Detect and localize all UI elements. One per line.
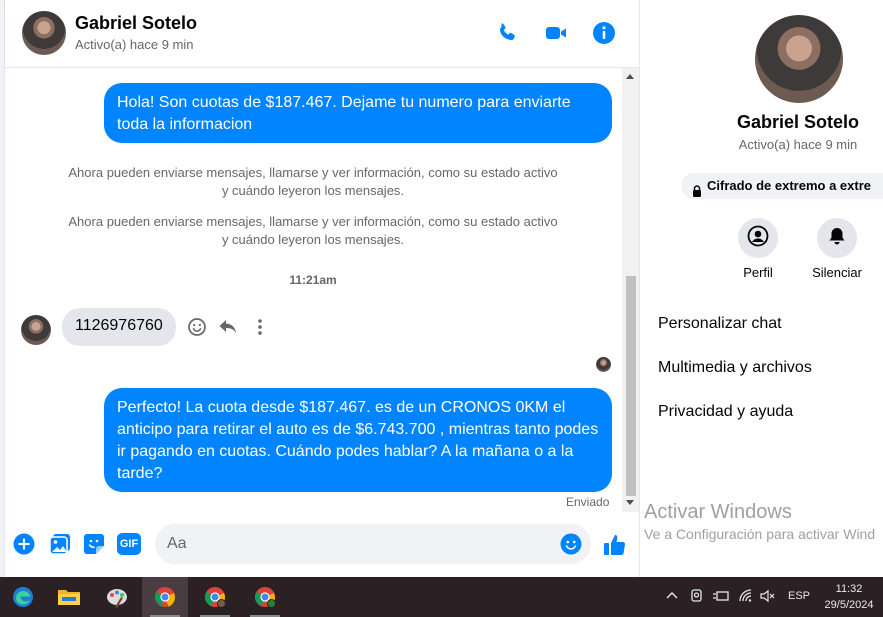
- chrome-profile-icon[interactable]: [192, 577, 238, 617]
- composer: GIF: [5, 512, 639, 577]
- phone-icon[interactable]: [495, 21, 519, 45]
- thumbs-up-icon[interactable]: [603, 533, 627, 557]
- scroll-down-arrow[interactable]: [626, 500, 634, 505]
- chrome-icon[interactable]: [142, 577, 188, 617]
- profile-name: Gabriel Sotelo: [736, 112, 860, 132]
- incoming-message[interactable]: 1126976760: [62, 308, 176, 346]
- chat-header: Gabriel Sotelo Activo(a) hace 9 min: [5, 0, 639, 68]
- messenger-window: Gabriel Sotelo Activo(a) hace 9 min Hola…: [0, 0, 883, 617]
- chevron-up-icon[interactable]: [666, 588, 678, 605]
- scroll-up-arrow[interactable]: [626, 74, 634, 79]
- conversation-details-panel: Gabriel Sotelo Activo(a) hace 9 min Cifr…: [640, 0, 883, 577]
- plus-circle-icon[interactable]: [13, 533, 35, 555]
- scrollbar-thumb[interactable]: [626, 276, 636, 496]
- menu-customize-chat[interactable]: Personalizar chat: [658, 315, 782, 333]
- battery-plug-icon[interactable]: [712, 588, 730, 607]
- system-notice: Ahora pueden enviarse mensajes, llamarse…: [68, 165, 558, 198]
- emoji-icon[interactable]: [560, 533, 582, 555]
- outgoing-message[interactable]: Hola! Son cuotas de $187.467. Dejame tu …: [104, 83, 612, 143]
- meet-now-icon[interactable]: [690, 588, 704, 607]
- time-separator: 11:21am: [289, 273, 337, 287]
- image-icon[interactable]: [49, 533, 71, 555]
- profile-label: Perfil: [743, 265, 773, 280]
- contact-status: Activo(a) hace 9 min: [75, 37, 194, 52]
- profile-status: Activo(a) hace 9 min: [738, 137, 858, 152]
- file-explorer-icon[interactable]: [46, 577, 92, 617]
- activation-watermark-subtitle: Ve a Configuración para activar Wind: [644, 526, 876, 542]
- clock-time: 11:32: [835, 583, 863, 595]
- bell-icon: [827, 226, 847, 251]
- activation-watermark-title: Activar Windows: [644, 501, 792, 523]
- windows-taskbar: ESP 11:32 29/5/2024: [0, 577, 883, 617]
- mute-button[interactable]: [817, 218, 857, 258]
- react-emoji-icon[interactable]: [187, 317, 207, 337]
- gif-icon[interactable]: GIF: [117, 533, 141, 555]
- contact-name[interactable]: Gabriel Sotelo: [75, 13, 197, 34]
- sender-avatar[interactable]: [21, 315, 51, 345]
- reply-icon[interactable]: [218, 317, 238, 337]
- sticker-icon[interactable]: [83, 533, 105, 555]
- contact-avatar[interactable]: [22, 11, 66, 55]
- lock-icon: [692, 180, 702, 206]
- read-receipt-avatar: [596, 357, 611, 372]
- system-clock[interactable]: 11:32 29/5/2024: [818, 581, 880, 613]
- scrollbar[interactable]: [622, 68, 639, 512]
- video-camera-icon[interactable]: [544, 21, 568, 45]
- message-input[interactable]: [155, 524, 591, 564]
- mute-label: Silenciar: [812, 265, 862, 280]
- menu-media-files[interactable]: Multimedia y archivos: [658, 359, 812, 377]
- menu-privacy-help[interactable]: Privacidad y ayuda: [658, 403, 793, 421]
- wifi-icon[interactable]: [738, 588, 754, 607]
- outgoing-message[interactable]: Perfecto! La cuota desde $187.467. es de…: [104, 388, 612, 492]
- delivery-status: Enviado: [566, 495, 610, 509]
- profile-avatar[interactable]: [755, 15, 843, 103]
- encryption-badge[interactable]: Cifrado de extremo a extre: [681, 173, 883, 199]
- windows-edge-icon[interactable]: [0, 577, 46, 617]
- system-notice: Ahora pueden enviarse mensajes, llamarse…: [68, 214, 558, 247]
- language-indicator[interactable]: ESP: [788, 590, 810, 602]
- more-options-icon[interactable]: [250, 317, 270, 337]
- info-icon[interactable]: [592, 21, 616, 45]
- clock-date: 29/5/2024: [824, 599, 874, 611]
- paint-icon[interactable]: [94, 577, 140, 617]
- gif-label: GIF: [117, 533, 141, 555]
- message-list[interactable]: Hola! Son cuotas de $187.467. Dejame tu …: [5, 68, 639, 512]
- encryption-label: Cifrado de extremo a extre: [707, 178, 872, 193]
- profile-icon: [747, 225, 769, 252]
- chrome-profile-t-icon[interactable]: [242, 577, 288, 617]
- profile-button[interactable]: [738, 218, 778, 258]
- speaker-muted-icon[interactable]: [760, 588, 776, 607]
